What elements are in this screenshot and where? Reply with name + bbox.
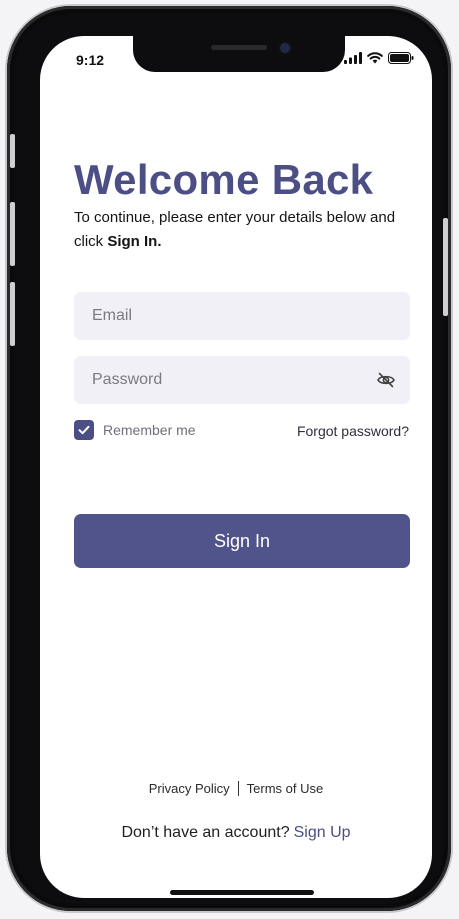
password-input[interactable] [90,370,394,390]
page-subtitle: To continue, please enter your details b… [74,206,404,254]
status-icons [344,52,414,64]
email-input[interactable] [90,306,394,326]
speaker-grille [211,45,267,50]
status-time: 9:12 [76,52,105,68]
notch [133,36,345,72]
screen: 9:12 Welcome Back To continue, please en… [40,36,432,898]
signup-prompt: Don’t have an account? Sign Up [40,824,432,842]
eye-off-icon[interactable] [376,370,396,390]
volume-down-button [10,282,15,346]
remember-label: Remember me [103,422,196,438]
check-icon [78,425,90,435]
privacy-policy-link[interactable]: Privacy Policy [149,781,230,796]
phone-frame: 9:12 Welcome Back To continue, please en… [7,6,451,911]
remember-checkbox[interactable] [74,420,94,440]
power-button [443,218,448,316]
terms-of-use-link[interactable]: Terms of Use [247,781,324,796]
password-field[interactable] [74,356,410,404]
home-indicator[interactable] [170,890,314,895]
email-field[interactable] [74,292,410,340]
sign-up-link[interactable]: Sign Up [294,824,351,841]
volume-up-button [10,202,15,266]
battery-icon [388,52,414,64]
mute-switch [10,134,15,168]
wifi-icon [367,52,383,64]
front-camera [280,43,290,53]
footer-divider [237,781,239,796]
footer-links: Privacy Policy Terms of Use [40,781,432,796]
no-account-text: Don’t have an account? [121,824,290,841]
remember-me[interactable]: Remember me [74,420,196,440]
subtitle-emphasis: Sign In. [107,233,162,250]
forgot-password-link[interactable]: Forgot password? [297,423,409,439]
page-title: Welcome Back [74,156,374,203]
sign-in-button[interactable]: Sign In [74,514,410,568]
signal-icon [344,52,362,64]
